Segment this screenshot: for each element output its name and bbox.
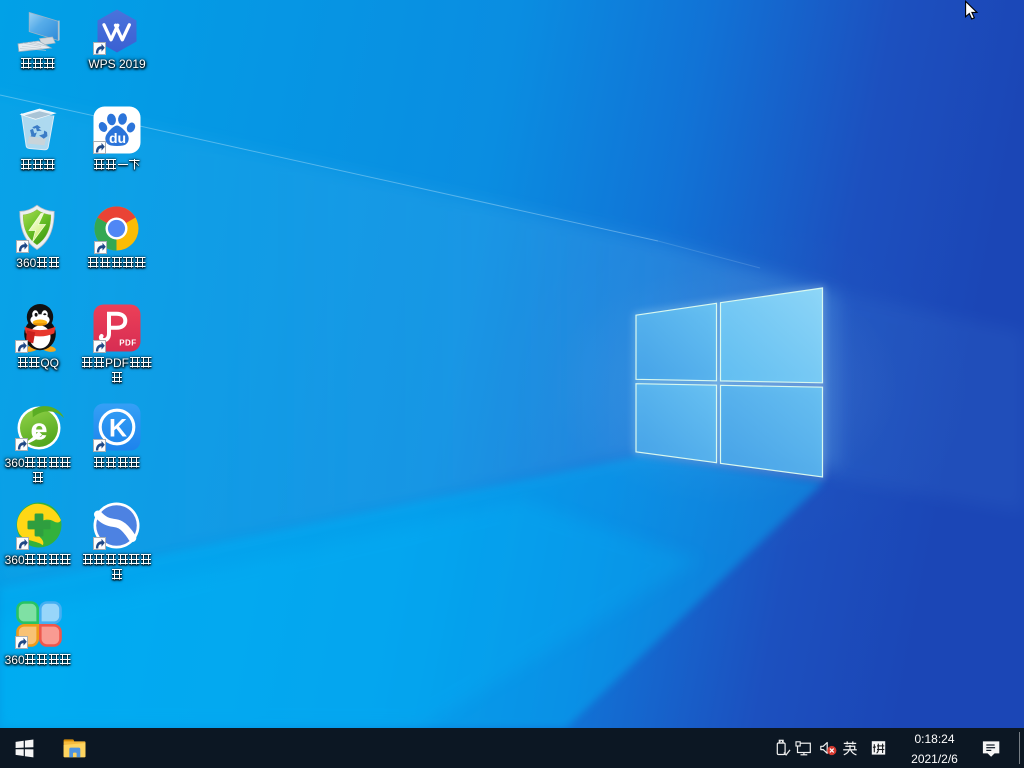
svg-text:K: K xyxy=(109,415,127,443)
svg-text:du: du xyxy=(109,130,126,146)
svg-text:PDF: PDF xyxy=(119,339,136,348)
svg-text:e: e xyxy=(30,412,47,447)
